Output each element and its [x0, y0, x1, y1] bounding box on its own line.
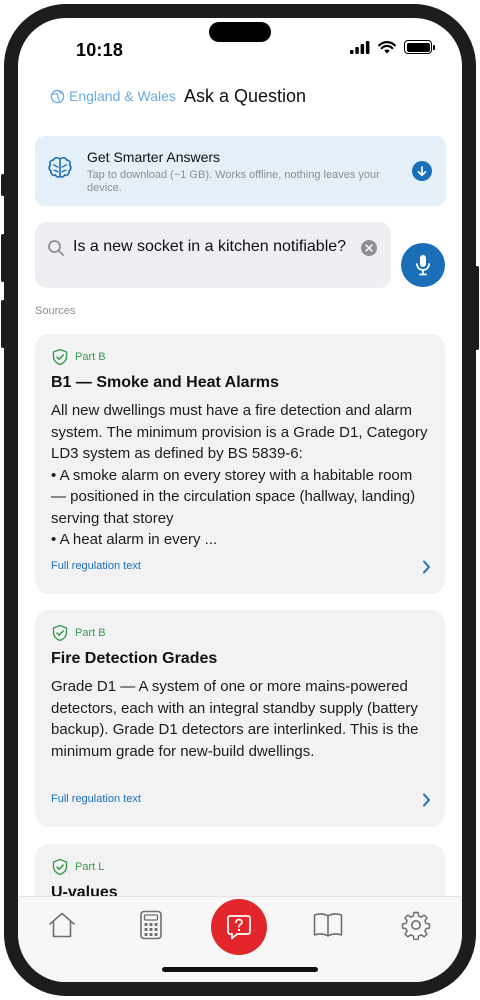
signal-icon: [350, 40, 370, 54]
volume-up-button: [1, 234, 5, 282]
full-regulation-link[interactable]: Full regulation text: [51, 560, 141, 572]
book-icon: [313, 913, 343, 937]
part-badge: Part B: [51, 348, 106, 366]
tab-calculator[interactable]: [135, 909, 167, 941]
region-label: England & Wales: [69, 88, 176, 104]
calculator-icon: [140, 910, 162, 940]
globe-icon: [50, 89, 65, 103]
home-indicator[interactable]: [162, 967, 318, 972]
brain-icon: [48, 156, 72, 178]
part-label: Part L: [75, 861, 105, 873]
tab-book[interactable]: [312, 909, 344, 941]
header: England & Wales Ask a Question: [18, 86, 462, 110]
page-title: Ask a Question: [184, 86, 307, 106]
sources-label: Sources: [35, 305, 76, 317]
home-icon: [49, 912, 75, 938]
part-badge: Part L: [51, 858, 104, 876]
tab-home[interactable]: [46, 909, 78, 941]
shield-check-icon: [52, 348, 68, 366]
card-body: All new dwellings must have a fire detec…: [51, 402, 428, 548]
region-selector[interactable]: England & Wales: [50, 88, 176, 104]
microphone-icon: [416, 255, 430, 276]
question-text[interactable]: Is a new socket in a kitchen notifiable?: [73, 236, 353, 258]
wifi-icon: [378, 40, 396, 53]
dynamic-island: [209, 22, 271, 42]
tab-ask-question[interactable]: [211, 899, 267, 955]
banner-subtitle: Tap to download (~1 GB). Works offline, …: [87, 169, 380, 194]
chevron-right-icon[interactable]: [422, 793, 431, 807]
arrow-down-icon: [417, 165, 427, 176]
clear-button[interactable]: [361, 240, 377, 256]
banner-title: Get Smarter Answers: [87, 149, 221, 165]
battery-icon: [404, 40, 435, 54]
card-title: B1 — Smoke and Heat Alarms: [51, 374, 279, 391]
tab-settings[interactable]: [400, 909, 432, 941]
ask-question-icon: [227, 915, 251, 940]
part-label: Part B: [75, 627, 106, 639]
shield-check-icon: [52, 858, 68, 876]
smarter-answers-banner[interactable]: Get Smarter Answers Tap to download (~1 …: [35, 136, 446, 206]
full-regulation-link[interactable]: Full regulation text: [51, 793, 141, 805]
side-button: [1, 174, 5, 196]
shield-check-icon: [52, 624, 68, 642]
tab-bar: [18, 896, 462, 982]
chevron-right-icon[interactable]: [422, 560, 431, 574]
status-time: 10:18: [76, 40, 124, 60]
source-card[interactable]: Part B B1 — Smoke and Heat Alarms All ne…: [35, 334, 445, 594]
volume-down-button: [1, 300, 5, 348]
gear-icon: [401, 911, 431, 940]
question-input[interactable]: Is a new socket in a kitchen notifiable?: [35, 222, 391, 288]
status-icons: [350, 40, 435, 54]
screen: 10:18 England & Wales Ask a Question Get…: [18, 18, 462, 982]
download-button[interactable]: [412, 161, 432, 181]
part-badge: Part B: [51, 624, 106, 642]
part-label: Part B: [75, 351, 106, 363]
power-button: [475, 266, 479, 350]
card-title: Fire Detection Grades: [51, 650, 218, 667]
close-icon: [365, 244, 373, 252]
search-icon: [48, 240, 64, 256]
source-card[interactable]: Part B Fire Detection Grades Grade D1 — …: [35, 610, 445, 827]
voice-input-button[interactable]: [401, 243, 445, 287]
card-body: Grade D1 — A system of one or more mains…: [51, 678, 419, 760]
